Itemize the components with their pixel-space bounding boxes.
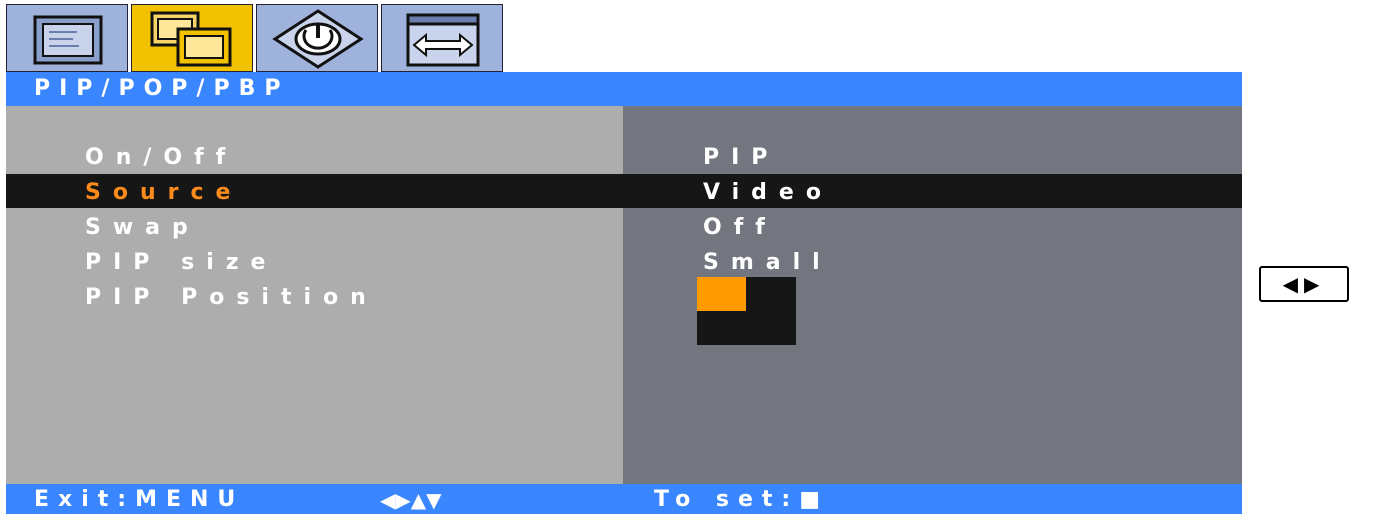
value-swap[interactable]: Off [703,215,777,240]
monitor-icon [33,15,103,65]
tab-settings[interactable] [256,4,378,72]
tab-window[interactable] [381,4,503,72]
menu-title: PIP/POP/PBP [34,76,290,101]
set-hint: To set:■ [654,487,829,512]
multi-window-icon [150,11,232,67]
pip-position-marker [697,277,746,311]
menu-item-source[interactable]: Source [85,180,242,205]
menu-item-pip-position[interactable]: PIP Position [85,285,378,310]
menu-item-swap[interactable]: Swap [85,215,200,240]
title-bar: PIP/POP/PBP [6,72,1242,106]
settings-icon [272,9,364,69]
hint-bar: Exit:MENU ◀▶▲▼ To set:■ [6,484,1242,514]
tab-picture[interactable] [6,4,128,72]
value-on-off[interactable]: PIP [703,145,779,170]
tab-pip[interactable] [131,4,253,72]
menu-item-on-off[interactable]: On/Off [85,145,237,170]
navigation-arrows-icon: ◀▶▲▼ [380,488,442,512]
window-resize-icon [406,13,480,67]
adjust-arrows-key[interactable]: ◀▶ [1259,266,1349,302]
value-pip-size[interactable]: Small [703,250,832,275]
menu-item-pip-size[interactable]: PIP size [85,250,277,275]
exit-hint: Exit:MENU [34,487,245,512]
value-source[interactable]: Video [703,180,833,205]
pip-position-selector[interactable] [697,277,796,345]
